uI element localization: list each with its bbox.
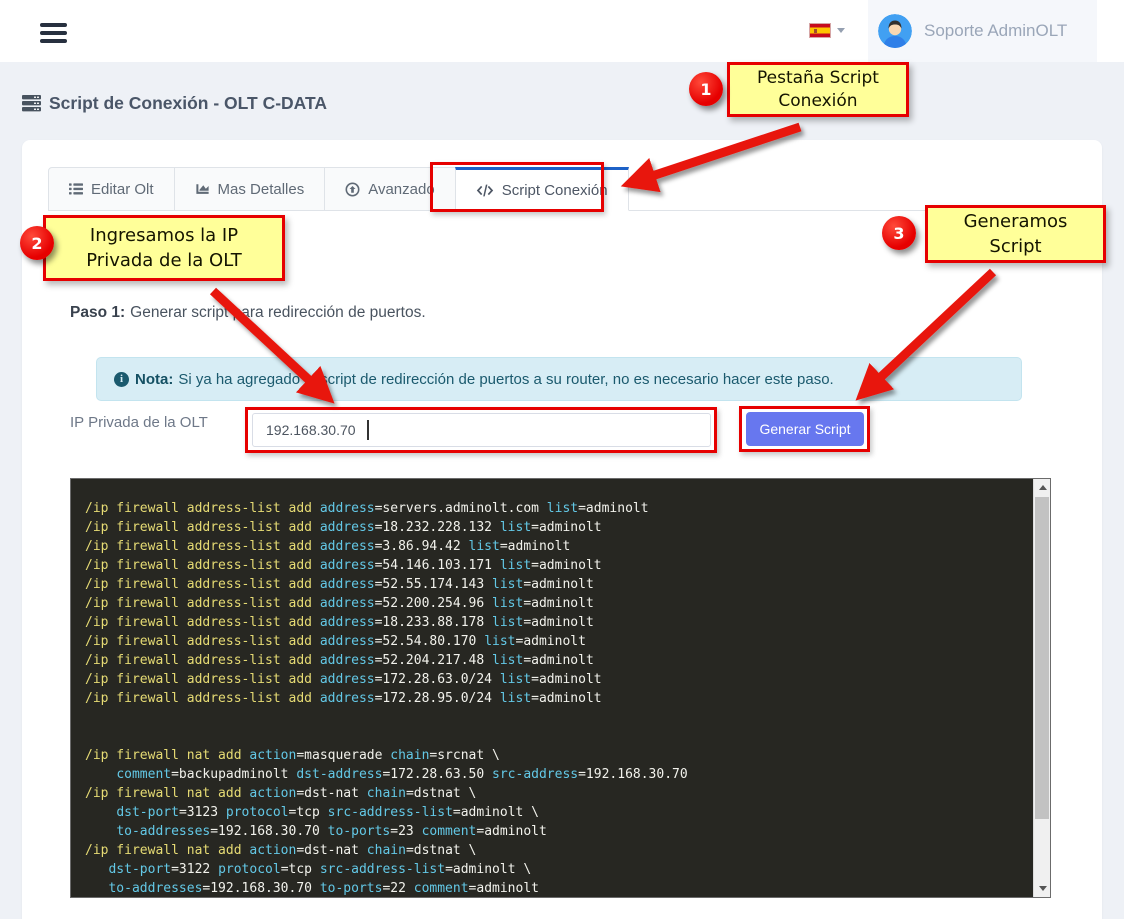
hamburger-menu-button[interactable]	[40, 23, 67, 43]
chart-area-icon	[195, 182, 210, 196]
chevron-down-icon	[837, 28, 845, 33]
user-name: Soporte AdminOLT	[924, 21, 1067, 41]
tab-label: Mas Detalles	[218, 181, 305, 198]
callout-pestana-script: Pestaña Script Conexión	[727, 62, 909, 117]
vertical-scrollbar[interactable]	[1033, 479, 1050, 897]
user-menu[interactable]: Soporte AdminOLT	[868, 0, 1097, 62]
script-code: /ip firewall address-list add address=se…	[71, 479, 1050, 898]
tab-label: Avanzado	[368, 181, 434, 198]
arrow-up-circle-icon	[345, 182, 360, 197]
hamburger-bar	[40, 23, 67, 27]
note-text: Si ya ha agregado el script de redirecci…	[178, 371, 833, 388]
tab-avanzado[interactable]: Avanzado	[324, 167, 455, 211]
step-label: Paso 1:	[70, 304, 125, 321]
step-text: Paso 1: Generar script para redirección d…	[70, 304, 426, 322]
tab-editar-olt[interactable]: Editar Olt	[48, 167, 175, 211]
tab-label: Script Conexión	[502, 182, 608, 199]
scroll-down-button[interactable]	[1034, 880, 1051, 897]
tab-bar: Editar Olt Mas Detalles Avanzado Script …	[48, 167, 629, 211]
info-icon: i	[114, 372, 129, 387]
tab-mas-detalles[interactable]: Mas Detalles	[174, 167, 326, 211]
hamburger-bar	[40, 31, 67, 35]
avatar	[878, 14, 912, 48]
spain-flag-icon	[810, 24, 830, 37]
hamburger-bar	[40, 39, 67, 43]
code-icon	[476, 184, 494, 197]
note-alert: i Nota: Si ya ha agregado el script de r…	[96, 357, 1022, 401]
ip-label: IP Privada de la OLT	[70, 414, 208, 431]
page-title-text: Script de Conexión - OLT C-DATA	[49, 93, 327, 114]
tab-script-conexion[interactable]: Script Conexión	[455, 167, 629, 211]
step-description: Generar script para redirección de puert…	[130, 304, 426, 321]
scroll-thumb[interactable]	[1035, 497, 1049, 819]
list-icon	[69, 182, 83, 196]
language-dropdown[interactable]	[810, 24, 845, 37]
text-cursor	[367, 420, 369, 440]
note-label: Nota:	[135, 371, 173, 388]
server-icon	[22, 95, 41, 112]
topbar: Soporte AdminOLT	[0, 0, 1124, 62]
step-badge-1: 1	[689, 72, 723, 106]
tab-label: Editar Olt	[91, 181, 154, 198]
ip-input[interactable]	[252, 413, 711, 447]
generar-script-button[interactable]: Generar Script	[746, 412, 864, 446]
scroll-up-button[interactable]	[1034, 479, 1051, 496]
page: Soporte AdminOLT Script de Conexión - OL…	[0, 0, 1124, 919]
page-title: Script de Conexión - OLT C-DATA	[22, 93, 327, 114]
script-output[interactable]: /ip firewall address-list add address=se…	[70, 478, 1051, 898]
